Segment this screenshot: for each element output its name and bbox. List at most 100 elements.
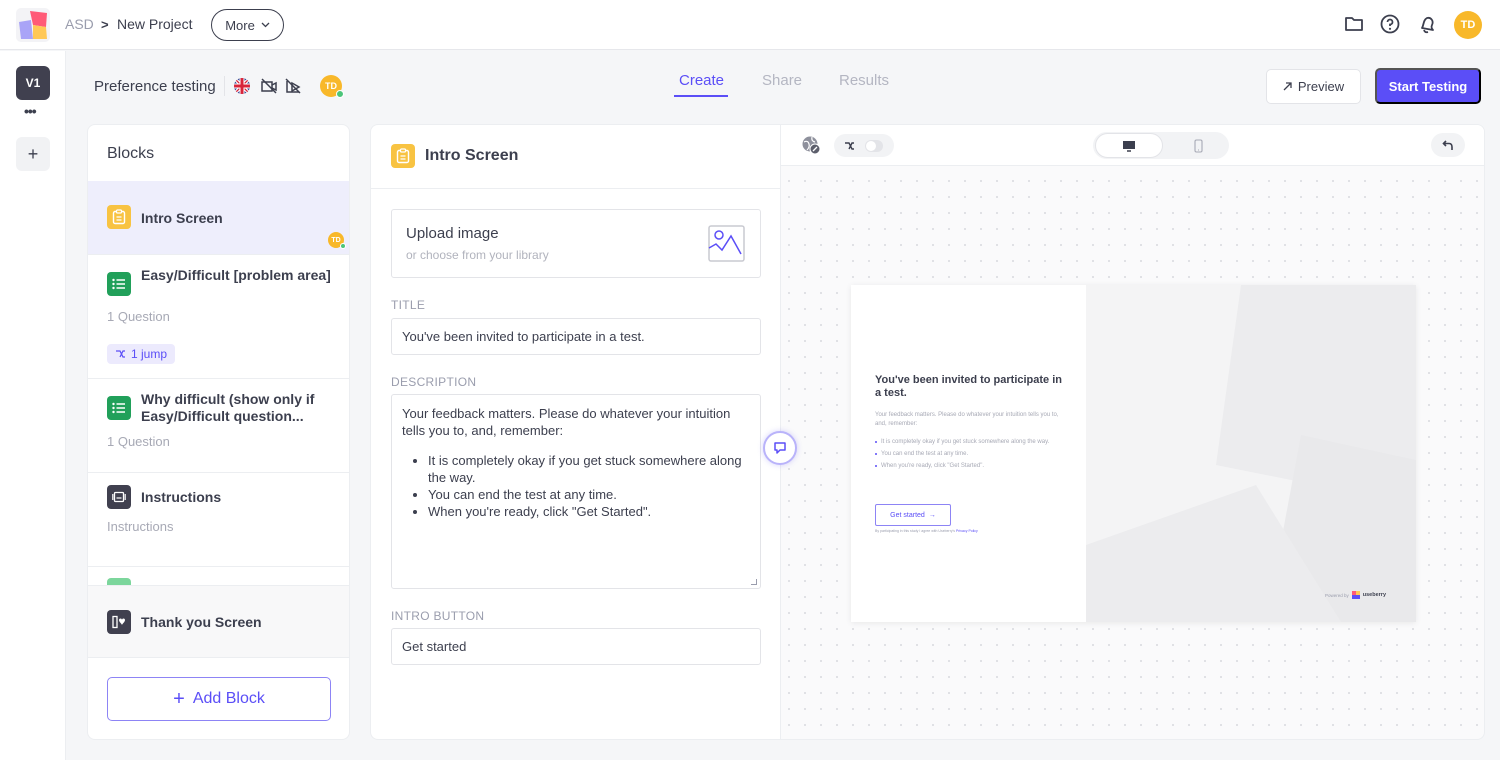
block-item-instructions[interactable]: Instructions Instructions — [88, 473, 349, 567]
comment-button[interactable] — [763, 431, 797, 465]
block-title: Intro Screen — [141, 210, 223, 226]
block-subtitle: 1 Question — [107, 309, 170, 324]
device-switcher — [1093, 132, 1229, 159]
preview-consent: By participating in this study I agree w… — [875, 529, 978, 533]
preview-bullets: It is completely okay if you get stuck s… — [875, 438, 1070, 474]
online-status-dot — [340, 243, 346, 249]
collaborator-initials: TD — [325, 81, 337, 91]
tab-share[interactable]: Share — [762, 72, 802, 89]
undo-button[interactable] — [1431, 133, 1465, 157]
more-button[interactable]: More — [211, 9, 284, 41]
block-subtitle: Instructions — [107, 519, 174, 534]
more-label: More — [225, 17, 255, 33]
comment-icon — [774, 442, 786, 454]
breadcrumb-current[interactable]: New Project — [117, 16, 192, 32]
clipboard-icon — [391, 144, 415, 168]
block-editor-avatar: TD — [328, 232, 346, 249]
canvas-toolbar — [781, 125, 1484, 166]
version-more-icon[interactable]: ••• — [24, 103, 37, 119]
block-title: Instructions — [141, 489, 222, 505]
desktop-icon — [1123, 140, 1135, 152]
editor-title: Intro Screen — [425, 147, 519, 164]
block-editor-panel: Intro Screen Upload image or choose from… — [370, 124, 781, 740]
jump-badge[interactable]: 1 jump — [107, 344, 175, 364]
block-title: Easy/Difficult [problem area] — [141, 267, 331, 283]
description-textarea[interactable]: Your feedback matters. Please do whateve… — [391, 394, 761, 589]
description-intro: Your feedback matters. Please do whateve… — [402, 406, 731, 438]
powered-by-text: Powered by — [1325, 592, 1349, 598]
block-item-easy-difficult[interactable]: Easy/Difficult [problem area] 1 Question… — [88, 255, 349, 379]
chevron-down-icon — [261, 22, 270, 28]
start-testing-button[interactable]: Start Testing — [1375, 68, 1481, 104]
upload-subtitle: or choose from your library — [406, 248, 549, 262]
preview-button-label: Get started — [890, 511, 925, 519]
preview-button[interactable]: Preview — [1266, 69, 1361, 104]
add-block-button[interactable]: + Add Block — [107, 677, 331, 721]
block-editor-initials: TD — [331, 236, 341, 244]
notification-bell-icon[interactable] — [1416, 13, 1438, 35]
blocks-panel: Blocks Intro Screen TD Easy/Difficult [p… — [87, 124, 350, 740]
project-type-title: Preference testing — [94, 78, 216, 95]
preview-bullet: When you're ready, click "Get Started". — [875, 462, 1070, 471]
list-icon — [107, 396, 131, 420]
block-subtitle: 1 Question — [107, 434, 170, 449]
collaborator-avatar[interactable]: TD — [320, 75, 344, 98]
divider — [224, 76, 225, 96]
external-arrow-icon — [1283, 82, 1292, 91]
version-rail: V1 ••• + — [0, 51, 66, 760]
uk-flag-icon[interactable] — [233, 77, 251, 95]
description-field-label: DESCRIPTION — [391, 375, 477, 389]
description-bullet: It is completely okay if you get stuck s… — [428, 452, 750, 486]
consent-text: By participating in this study I agree w… — [875, 529, 957, 533]
privacy-policy-link[interactable]: Privacy Policy — [956, 529, 978, 533]
brand-name: useberry — [1362, 592, 1387, 598]
resize-handle[interactable] — [751, 579, 757, 585]
preview-title: You've been invited to participate in a … — [875, 374, 1062, 399]
preview-bullet: You can end the test at any time. — [875, 450, 1070, 459]
screen-recording-off-icon[interactable] — [284, 77, 302, 95]
thank-you-icon — [107, 610, 131, 634]
clipboard-icon — [107, 205, 131, 229]
branch-icon — [115, 350, 125, 358]
preview-canvas: You've been invited to participate in a … — [780, 124, 1485, 740]
camera-off-icon[interactable] — [260, 77, 278, 95]
globe-edit-icon[interactable] — [801, 135, 821, 155]
description-bullets: It is completely okay if you get stuck s… — [402, 452, 750, 520]
title-field-label: TITLE — [391, 298, 426, 312]
block-item-why-difficult[interactable]: Why difficult (show only if Easy/Difficu… — [88, 379, 349, 473]
intro-button-input[interactable]: Get started — [391, 628, 761, 665]
add-block-label: Add Block — [192, 690, 265, 707]
description-bullet: When you're ready, click "Get Started". — [428, 503, 750, 520]
powered-by: Powered by useberry — [1325, 591, 1386, 599]
add-version-button[interactable]: + — [16, 137, 50, 171]
description-bullet: You can end the test at any time. — [428, 486, 750, 503]
branch-icon — [845, 142, 854, 150]
logic-toggle-switch[interactable] — [865, 140, 883, 152]
block-item-intro-screen[interactable]: Intro Screen TD — [88, 181, 349, 255]
user-avatar[interactable]: TD — [1454, 11, 1482, 39]
preview-description: Your feedback matters. Please do whateve… — [875, 412, 1059, 427]
useberry-logo — [1351, 591, 1360, 599]
block-item-thank-you-screen[interactable]: Thank you Screen — [88, 585, 349, 658]
mobile-view-button[interactable] — [1171, 133, 1225, 158]
version-v1-button[interactable]: V1 — [16, 66, 50, 100]
instructions-icon — [107, 485, 131, 509]
useberry-logo[interactable] — [16, 8, 50, 42]
upload-title: Upload image — [406, 225, 499, 242]
tab-create[interactable]: Create — [679, 72, 724, 89]
image-icon — [708, 225, 745, 262]
list-icon — [107, 272, 131, 296]
logic-toggle-group — [834, 134, 894, 157]
intro-button-field-label: INTRO BUTTON — [391, 609, 485, 623]
mobile-icon — [1193, 138, 1203, 153]
online-status-dot — [336, 90, 344, 98]
breadcrumb-separator: > — [101, 17, 109, 32]
title-input[interactable]: You've been invited to participate in a … — [391, 318, 761, 355]
preview-get-started-button[interactable]: Get started → — [875, 504, 951, 526]
breadcrumb-root[interactable]: ASD — [65, 16, 94, 32]
help-icon[interactable] — [1379, 13, 1401, 35]
folder-icon[interactable] — [1343, 13, 1365, 35]
tab-results[interactable]: Results — [839, 72, 889, 89]
desktop-view-button[interactable] — [1095, 133, 1163, 158]
upload-image-dropzone[interactable]: Upload image or choose from your library — [391, 209, 761, 278]
